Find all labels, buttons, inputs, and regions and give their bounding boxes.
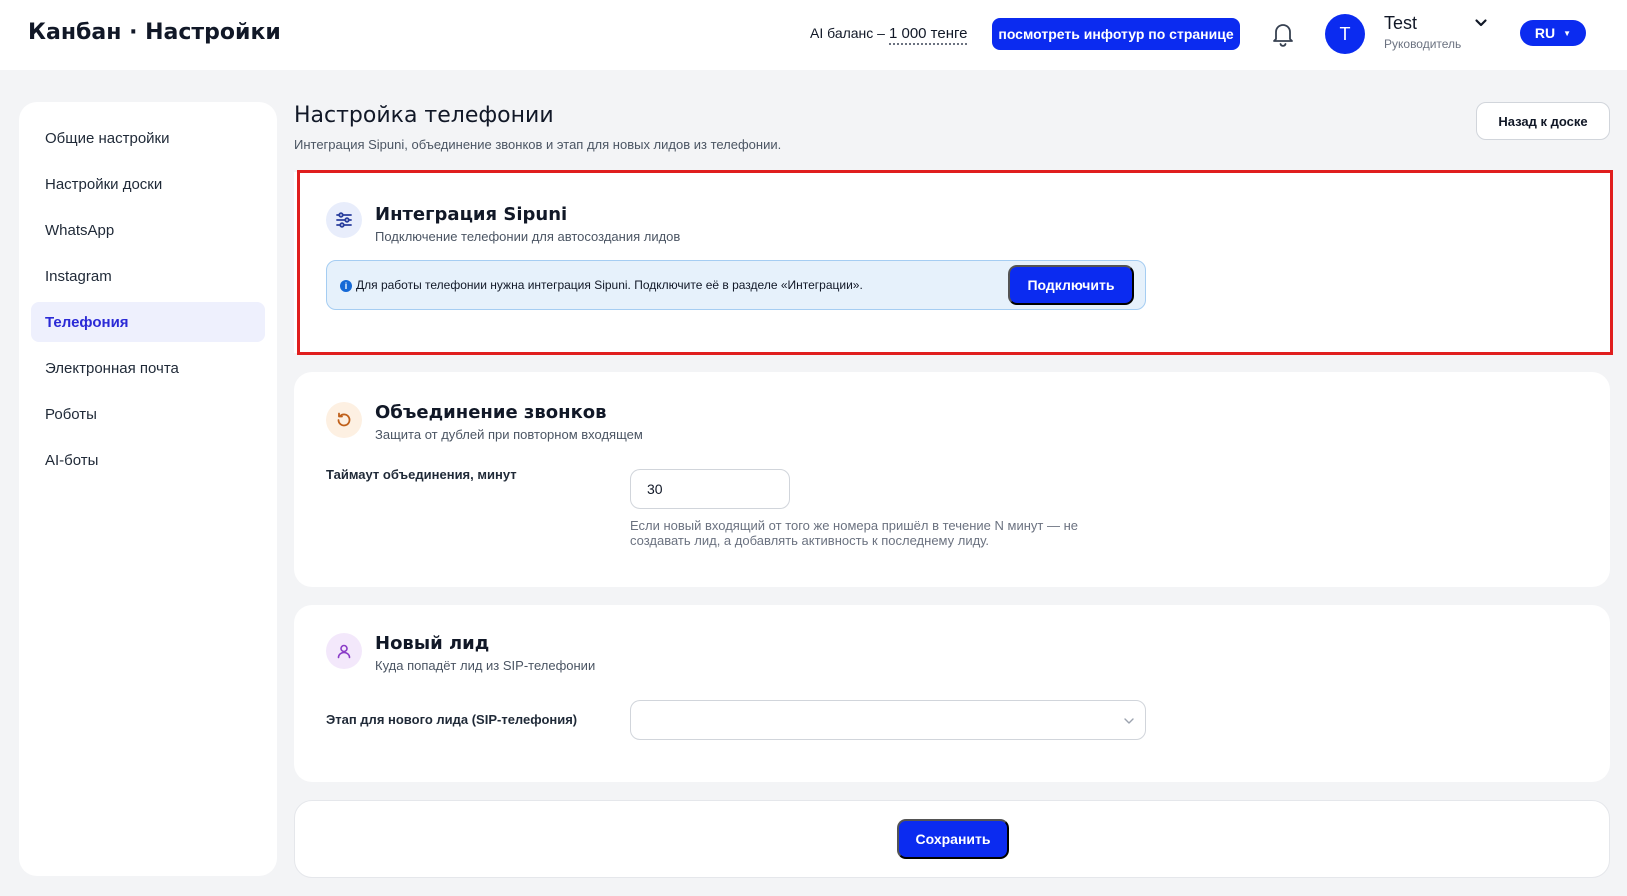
new-lead-subtitle: Куда попадёт лид из SIP-телефонии bbox=[375, 658, 596, 673]
save-button[interactable]: Сохранить bbox=[897, 819, 1009, 859]
user-icon bbox=[326, 633, 362, 669]
new-lead-title: Новый лид bbox=[375, 633, 490, 654]
sidebar-item-ai-bots[interactable]: AI-боты bbox=[31, 440, 265, 480]
merge-title: Объединение звонков bbox=[375, 402, 607, 423]
sidebar-item-robots[interactable]: Роботы bbox=[31, 394, 265, 434]
app-title: Канбан · Настройки bbox=[28, 20, 281, 45]
caret-down-icon: ▼ bbox=[1563, 28, 1572, 38]
merge-timeout-input[interactable]: 30 bbox=[630, 469, 790, 509]
sidebar-item-instagram[interactable]: Instagram bbox=[31, 256, 265, 296]
sidebar-item-board[interactable]: Настройки доски bbox=[31, 164, 265, 204]
merge-timeout-label: Таймаут объединения, минут bbox=[326, 467, 517, 482]
language-label: RU bbox=[1534, 25, 1556, 41]
page-subtitle: Интеграция Sipuni, объединение звонков и… bbox=[294, 137, 782, 152]
save-bar: Сохранить bbox=[294, 800, 1610, 878]
user-role: Руководитель bbox=[1384, 37, 1462, 51]
chevron-down-icon bbox=[1123, 714, 1135, 726]
new-lead-stage-label: Этап для нового лида (SIP-телефония) bbox=[326, 712, 578, 727]
back-to-board-button[interactable]: Назад к доске bbox=[1476, 102, 1610, 140]
sidebar-item-whatsapp[interactable]: WhatsApp bbox=[31, 210, 265, 250]
info-tour-button[interactable]: посмотреть инфотур по странице bbox=[992, 18, 1240, 50]
page-title: Настройка телефонии bbox=[294, 103, 554, 128]
refresh-icon bbox=[326, 402, 362, 438]
user-name[interactable]: Test bbox=[1384, 13, 1417, 34]
ai-balance-label: AI баланс – bbox=[810, 25, 885, 41]
new-lead-stage-select[interactable] bbox=[630, 700, 1146, 740]
sidebar-item-email[interactable]: Электронная почта bbox=[31, 348, 265, 388]
chevron-down-icon[interactable] bbox=[1474, 16, 1488, 30]
settings-sidebar: Общие настройки Настройки доски WhatsApp… bbox=[19, 102, 277, 876]
bell-icon[interactable] bbox=[1270, 20, 1296, 48]
ai-balance-value[interactable]: 1 000 тенге bbox=[888, 25, 968, 45]
merge-subtitle: Защита от дублей при повторном входящем bbox=[375, 427, 643, 442]
language-select[interactable]: RU ▼ bbox=[1520, 20, 1586, 46]
avatar[interactable]: T bbox=[1325, 14, 1365, 54]
merge-calls-card: Объединение звонков Защита от дублей при… bbox=[294, 372, 1610, 587]
ai-balance: AI баланс – 1 000 тенге bbox=[810, 25, 968, 45]
new-lead-card: Новый лид Куда попадёт лид из SIP-телефо… bbox=[294, 605, 1610, 782]
highlight-frame bbox=[297, 170, 1613, 355]
sidebar-item-telephony[interactable]: Телефония bbox=[31, 302, 265, 342]
merge-timeout-hint: Если новый входящий от того же номера пр… bbox=[630, 518, 1078, 548]
sidebar-item-general[interactable]: Общие настройки bbox=[31, 118, 265, 158]
top-header: Канбан · Настройки AI баланс – 1 000 тен… bbox=[0, 0, 1627, 70]
